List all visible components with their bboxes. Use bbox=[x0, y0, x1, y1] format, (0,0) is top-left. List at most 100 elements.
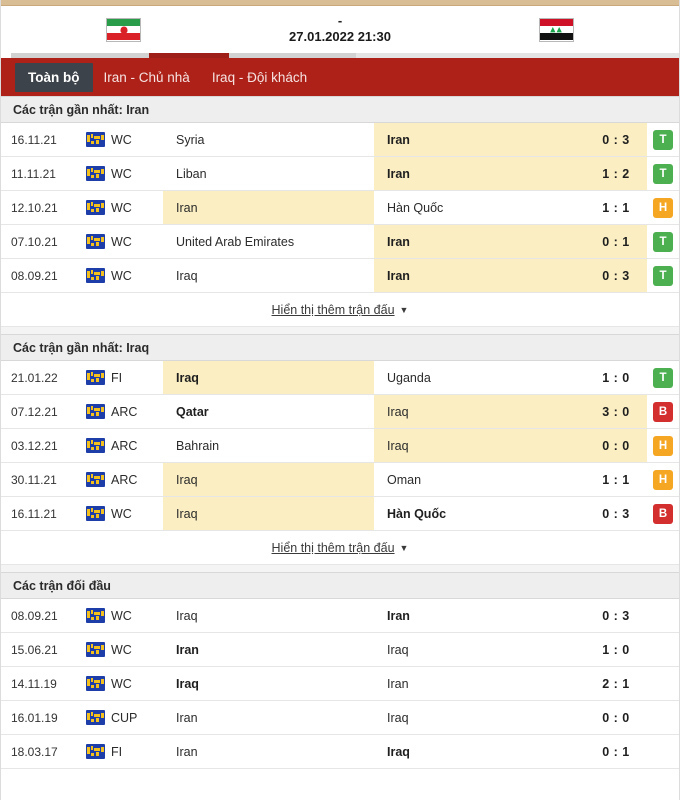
tab-iran-home[interactable]: Iran - Chủ nhà bbox=[93, 63, 201, 92]
home-team-block[interactable] bbox=[1, 17, 246, 42]
away-team-name: Iran bbox=[387, 166, 410, 181]
table-row[interactable]: 08.09.21 WC Iraq Iran 0 : 3 bbox=[1, 599, 679, 633]
competition-code: FI bbox=[111, 744, 123, 759]
match-row-list: 21.01.22 FI Iraq Uganda 1 : 0 T 07.12.21 ARC Qat… bbox=[1, 361, 679, 531]
tab-segment-indicator bbox=[1, 53, 679, 58]
table-row[interactable]: 16.11.21 WC Iraq Hàn Quốc 0 : 3 B bbox=[1, 497, 679, 531]
away-team-cell[interactable]: Iraq bbox=[374, 735, 585, 768]
home-team-cell[interactable]: Iran bbox=[163, 191, 374, 224]
show-more-matches-link[interactable]: Hiển thị thêm trận đấu ▼ bbox=[272, 303, 409, 317]
competition-code: ARC bbox=[111, 438, 138, 453]
result-badge-cell bbox=[647, 599, 679, 632]
away-team-cell[interactable]: Iraq bbox=[374, 701, 585, 734]
table-row[interactable]: 15.06.21 WC Iran Iraq 1 : 0 bbox=[1, 633, 679, 667]
home-team-cell[interactable]: Bahrain bbox=[163, 429, 374, 462]
match-section: Các trận đối đầu 08.09.21 WC Iraq Iran 0 : 3 1… bbox=[1, 572, 679, 769]
away-team-cell[interactable]: Oman bbox=[374, 463, 585, 496]
table-row[interactable]: 14.11.19 WC Iraq Iran 2 : 1 bbox=[1, 667, 679, 701]
match-score-cell: 2 : 1 bbox=[602, 676, 630, 691]
away-team-cell[interactable]: Hàn Quốc bbox=[374, 191, 585, 224]
status-badge: T bbox=[653, 163, 673, 184]
match-score-cell: 0 : 0 bbox=[602, 710, 630, 725]
home-team-cell[interactable]: Iraq bbox=[163, 599, 374, 632]
away-team-cell[interactable]: Iran bbox=[374, 259, 585, 292]
result-badge-cell: H bbox=[647, 429, 679, 462]
competition-icon-cell bbox=[79, 395, 111, 428]
home-team-cell[interactable]: Iraq bbox=[163, 667, 374, 700]
away-team-cell[interactable]: Uganda bbox=[374, 361, 585, 394]
table-row[interactable]: 12.10.21 WC Iran Hàn Quốc 1 : 1 H bbox=[1, 191, 679, 225]
table-row[interactable]: 18.03.17 FI Iran Iraq 0 : 1 bbox=[1, 735, 679, 769]
world-icon bbox=[85, 608, 105, 623]
section-spacer bbox=[1, 565, 679, 572]
home-team-cell[interactable]: Iran bbox=[163, 701, 374, 734]
home-team-cell[interactable]: Iraq bbox=[163, 361, 374, 394]
table-row[interactable]: 30.11.21 ARC Iraq Oman 1 : 1 H bbox=[1, 463, 679, 497]
table-row[interactable]: 16.01.19 CUP Iran Iraq 0 : 0 bbox=[1, 701, 679, 735]
show-more-matches-link[interactable]: Hiển thị thêm trận đấu ▼ bbox=[272, 541, 409, 555]
away-team-cell[interactable]: Iraq bbox=[374, 429, 585, 462]
home-team-cell[interactable]: Iran bbox=[163, 633, 374, 666]
away-team-name: Iraq bbox=[387, 710, 409, 725]
home-team-name: Iran bbox=[176, 744, 198, 759]
table-row[interactable]: 08.09.21 WC Iraq Iran 0 : 3 T bbox=[1, 259, 679, 293]
match-score-cell: 0 : 3 bbox=[585, 259, 647, 292]
away-team-cell[interactable]: Iran bbox=[374, 667, 585, 700]
away-team-block[interactable]: ▲▲ bbox=[434, 17, 679, 42]
competition-icon-cell bbox=[79, 701, 111, 734]
world-icon bbox=[85, 166, 105, 181]
home-team-name: Bahrain bbox=[176, 438, 220, 453]
home-team-cell[interactable]: Iraq bbox=[163, 463, 374, 496]
iraq-flag-icon: ▲▲ bbox=[539, 17, 574, 42]
home-team-cell[interactable]: Iraq bbox=[163, 259, 374, 292]
table-row[interactable]: 03.12.21 ARC Bahrain Iraq 0 : 0 H bbox=[1, 429, 679, 463]
home-team-name: Iraq bbox=[176, 676, 199, 691]
table-row[interactable]: 07.10.21 WC United Arab Emirates Iran 0 : 1 T bbox=[1, 225, 679, 259]
table-row[interactable]: 11.11.21 WC Liban Iran 1 : 2 T bbox=[1, 157, 679, 191]
away-team-cell[interactable]: Iraq bbox=[374, 633, 585, 666]
home-team-name: Iraq bbox=[176, 370, 199, 385]
match-date: 07.12.21 bbox=[11, 404, 58, 419]
home-team-cell[interactable]: Iraq bbox=[163, 497, 374, 530]
match-score-cell: 1 : 1 bbox=[602, 472, 630, 487]
competition-code: WC bbox=[111, 200, 132, 215]
home-team-cell[interactable]: Iran bbox=[163, 735, 374, 768]
away-team-cell[interactable]: Iraq bbox=[374, 395, 585, 428]
competition-code: WC bbox=[111, 234, 132, 249]
world-icon bbox=[85, 642, 105, 657]
match-date: 07.10.21 bbox=[11, 234, 58, 249]
match-score-cell: 0 : 1 bbox=[602, 744, 630, 759]
result-badge-cell: B bbox=[647, 497, 679, 530]
table-row[interactable]: 16.11.21 WC Syria Iran 0 : 3 T bbox=[1, 123, 679, 157]
tab-all[interactable]: Toàn bộ bbox=[15, 62, 93, 92]
result-badge-cell: H bbox=[647, 191, 679, 224]
home-team-cell[interactable]: Qatar bbox=[163, 395, 374, 428]
status-badge: T bbox=[653, 367, 673, 388]
world-icon bbox=[85, 710, 105, 725]
away-team-cell[interactable]: Iran bbox=[374, 157, 585, 190]
away-team-cell[interactable]: Hàn Quốc bbox=[374, 497, 585, 530]
home-team-cell[interactable]: United Arab Emirates bbox=[163, 225, 374, 258]
result-badge-cell bbox=[647, 701, 679, 734]
home-team-cell[interactable]: Liban bbox=[163, 157, 374, 190]
away-team-cell[interactable]: Iran bbox=[374, 599, 585, 632]
result-badge-cell: T bbox=[647, 225, 679, 258]
away-team-cell[interactable]: Iran bbox=[374, 225, 585, 258]
home-team-name: Iraq bbox=[176, 506, 198, 521]
competition-code: WC bbox=[111, 642, 132, 657]
away-team-cell[interactable]: Iran bbox=[374, 123, 585, 156]
home-team-cell[interactable]: Syria bbox=[163, 123, 374, 156]
table-row[interactable]: 07.12.21 ARC Qatar Iraq 3 : 0 B bbox=[1, 395, 679, 429]
world-icon bbox=[85, 132, 105, 147]
match-date: 15.06.21 bbox=[11, 642, 58, 657]
match-header: - 27.01.2022 21:30 ▲▲ bbox=[1, 6, 679, 53]
home-team-name: Iran bbox=[176, 710, 198, 725]
result-badge-cell: T bbox=[647, 361, 679, 394]
competition-code: FI bbox=[111, 370, 123, 385]
away-team-name: Iraq bbox=[387, 404, 409, 419]
table-row[interactable]: 21.01.22 FI Iraq Uganda 1 : 0 T bbox=[1, 361, 679, 395]
tab-iraq-away[interactable]: Iraq - Đội khách bbox=[201, 63, 318, 92]
match-date: 11.11.21 bbox=[11, 166, 56, 181]
competition-code: WC bbox=[111, 268, 132, 283]
competition-code: ARC bbox=[111, 404, 138, 419]
